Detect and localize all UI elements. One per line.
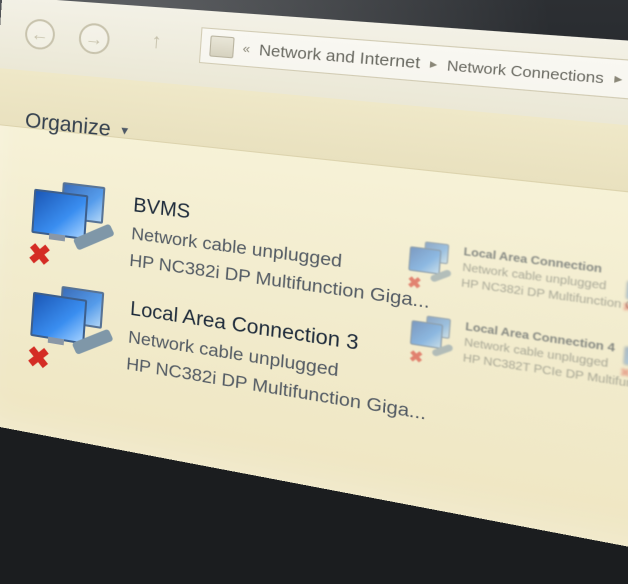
network-adapter-icon: ✖ xyxy=(406,311,464,374)
network-adapter-icon: ✖ xyxy=(22,277,129,384)
arrow-left-icon: ← xyxy=(30,23,50,45)
red-x-icon: ✖ xyxy=(621,301,628,316)
breadcrumb-network-connections[interactable]: Network Connections xyxy=(446,56,604,86)
chevron-right-icon: ▸ xyxy=(429,55,438,72)
breadcrumb-network-internet[interactable]: Network and Internet xyxy=(258,41,421,72)
forward-button[interactable]: → xyxy=(77,22,111,56)
red-x-icon: ✖ xyxy=(406,272,423,293)
screen: ← → ↑ « Network and Internet ▸ Network C… xyxy=(0,0,628,584)
up-button[interactable]: ↑ xyxy=(150,30,162,55)
red-x-icon: ✖ xyxy=(619,366,628,382)
control-panel-icon xyxy=(209,35,235,59)
back-button[interactable]: ← xyxy=(24,18,56,51)
chevron-icon: « xyxy=(242,41,251,57)
red-x-icon: ✖ xyxy=(408,346,424,367)
network-adapter-icon: ✖ xyxy=(23,174,130,279)
arrow-right-icon: → xyxy=(84,27,105,50)
chevron-down-icon: ▼ xyxy=(118,124,131,139)
red-x-icon: ✖ xyxy=(25,340,52,376)
arrow-up-icon: ↑ xyxy=(150,29,163,54)
network-adapter-icon: ✖ xyxy=(404,237,462,300)
red-x-icon: ✖ xyxy=(26,237,53,272)
chevron-right-icon: ▸ xyxy=(613,70,624,88)
